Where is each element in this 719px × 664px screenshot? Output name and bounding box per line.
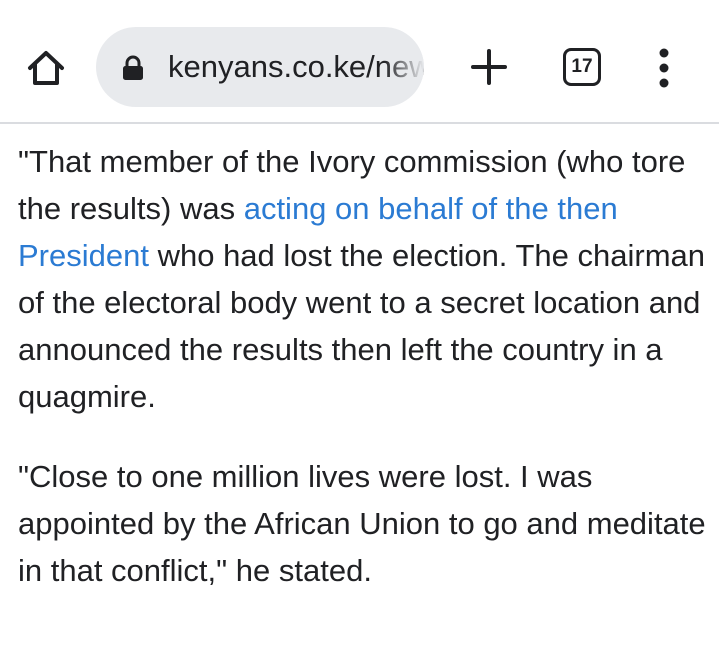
url-fade xyxy=(384,27,424,107)
article-paragraph: "Close to one million lives were lost. I… xyxy=(18,459,706,588)
article-body: "That member of the Ivory commission (wh… xyxy=(18,138,708,594)
home-icon[interactable] xyxy=(22,44,70,92)
browser-toolbar: kenyans.co.ke/news 17 xyxy=(0,0,719,124)
address-bar[interactable]: kenyans.co.ke/news xyxy=(96,27,424,107)
more-vert-icon[interactable] xyxy=(650,46,678,90)
tab-switcher-icon[interactable]: 17 xyxy=(563,48,601,86)
plus-icon[interactable] xyxy=(468,46,510,88)
lock-icon[interactable] xyxy=(122,55,144,81)
article-paragraph: "That member of the Ivory commission (wh… xyxy=(18,138,708,420)
